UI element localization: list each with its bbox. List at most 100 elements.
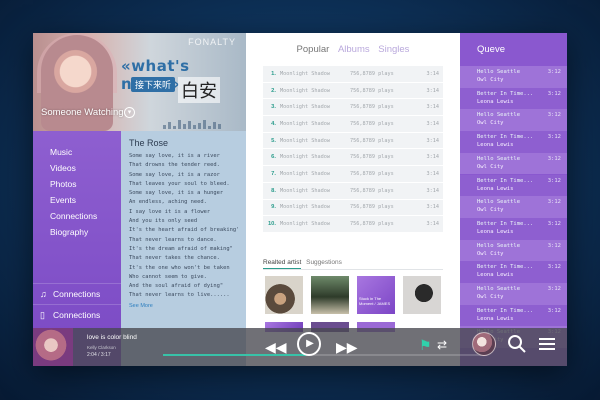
now-playing-artist: Kelly Clarkson xyxy=(87,345,116,350)
queue-artist: Owl City xyxy=(477,163,504,170)
previous-icon[interactable]: ◀◀ xyxy=(265,339,287,356)
track-duration: 3:14 xyxy=(426,104,440,111)
tab-popular[interactable]: Popular xyxy=(297,44,330,55)
divider xyxy=(263,269,443,270)
lyric-line: It's the one who won't be taken xyxy=(129,264,230,271)
track-row[interactable]: 1. Moonlight Shadow 756,8789 plays 3:14 xyxy=(263,66,443,83)
related-artist-tile[interactable]: Stuck in The Moment / JAMES xyxy=(357,276,395,314)
track-number: 1. xyxy=(271,70,276,77)
now-playing-time: 2:04 / 3:17 xyxy=(87,352,111,358)
next-icon[interactable]: ▶▶ xyxy=(336,339,358,356)
track-name: Moonlight Shadow xyxy=(280,104,330,111)
queue-duration: 3:12 xyxy=(547,286,561,292)
track-row[interactable]: 9. Moonlight Shadow 756,8789 plays 3:14 xyxy=(263,199,443,217)
music-player-window: FONALTY «what's next?» 接下来听 白安 Someone W… xyxy=(33,33,567,366)
related-artist-tile[interactable] xyxy=(311,276,349,314)
pin-icon[interactable]: ⚑ xyxy=(419,337,432,354)
queue-item[interactable]: Better In Time... Leona Lewis 3:12 xyxy=(460,217,567,240)
lyric-line: And you its only seed xyxy=(129,218,198,225)
track-list: 1. Moonlight Shadow 756,8789 plays 3:14 2. Mo… xyxy=(263,66,443,233)
track-duration: 3:14 xyxy=(426,87,440,94)
audio-visualizer xyxy=(163,119,233,129)
queue-item[interactable]: Better In Time... Leona Lewis 3:12 xyxy=(460,261,567,283)
track-plays: 756,8789 plays xyxy=(350,154,394,161)
track-duration: 3:14 xyxy=(426,204,440,211)
track-plays: 756,8789 plays xyxy=(350,221,394,228)
queue-item[interactable]: Better In Time... Leona Lewis 3:12 xyxy=(460,304,567,327)
queue-duration: 3:12 xyxy=(547,90,561,97)
queue-artist: Owl City xyxy=(477,294,504,300)
track-plays: 756,8789 plays xyxy=(350,120,394,127)
lyric-line: It's the dream afraid of making" xyxy=(129,245,233,252)
lyric-line: Some say love, it is a razor xyxy=(129,171,220,178)
connections-button-1[interactable]: ♫ Connections xyxy=(33,283,121,303)
track-row[interactable]: 2. Moonlight Shadow 756,8789 plays 3:14 xyxy=(263,82,443,100)
tile-caption: Stuck in The Moment / JAMES xyxy=(359,296,391,306)
lyric-line: That leaves your soul to bleed. xyxy=(129,180,230,187)
tab-suggestions[interactable]: Suggestions xyxy=(306,259,342,266)
nav-item-music[interactable]: Music xyxy=(33,144,121,160)
queue-item[interactable]: Hello SeattleOwl City3:12 xyxy=(460,239,567,262)
nav-item-photos[interactable]: Photos xyxy=(33,176,121,192)
track-plays: 756,8789 plays xyxy=(350,87,394,94)
queue-panel: Queve Hello Seattle Owl City 3:12 Better In… xyxy=(460,33,567,366)
queue-item[interactable]: Hello SeattleOwl City3:12 xyxy=(460,196,567,218)
queue-item[interactable]: Better In Time... Leona Lewis 3:12 xyxy=(460,87,567,110)
track-plays: 756,8789 plays xyxy=(350,170,394,177)
someone-watching-label[interactable]: Someone Watching xyxy=(41,107,124,118)
track-row[interactable]: 3. Moonlight Shadow 756,8789 plays 3:14 xyxy=(263,99,443,117)
lyric-line: It's the heart afraid of breaking" xyxy=(129,227,238,234)
lyric-line: That never learns to dance. xyxy=(129,236,217,243)
tab-related-artist[interactable]: Realted artist xyxy=(263,259,302,269)
track-row[interactable]: 8. Moonlight Shadow 756,8789 plays 3:14 xyxy=(263,182,443,200)
queue-item[interactable]: Hello SeattleOwl City3:12 xyxy=(460,152,567,175)
track-row[interactable]: 10. Moonlight Shadow 756,8789 plays 3:14 xyxy=(263,216,443,233)
track-number: 7. xyxy=(271,170,276,177)
document-icon: ▯ xyxy=(40,310,45,320)
lyrics-title: The Rose xyxy=(129,138,169,148)
see-more-link[interactable]: See More xyxy=(129,303,238,309)
track-duration: 3:14 xyxy=(426,154,440,161)
nav-item-videos[interactable]: Videos xyxy=(33,160,121,176)
avatar[interactable] xyxy=(472,332,496,356)
track-row[interactable]: 6. Moonlight Shadow 756,8789 plays 3:14 xyxy=(263,149,443,167)
lyric-line: And the soul afraid of dying" xyxy=(129,283,224,290)
menu-icon[interactable] xyxy=(539,335,555,353)
banner-artist-name: 白安 xyxy=(178,77,220,103)
queue-title: Queve xyxy=(477,44,505,55)
queue-duration: 3:12 xyxy=(547,199,561,206)
connections-button-2[interactable]: ▯ Connections xyxy=(33,304,121,324)
nav-item-biography[interactable]: Biography xyxy=(33,224,121,240)
now-playing-cover[interactable] xyxy=(33,328,73,366)
lyric-line: That never takes the chance. xyxy=(129,255,220,262)
nav-item-events[interactable]: Events xyxy=(33,192,121,208)
tab-albums[interactable]: Albums xyxy=(338,44,370,55)
play-icon[interactable]: ▶ xyxy=(297,332,321,356)
track-number: 6. xyxy=(271,154,276,161)
track-name: Moonlight Shadow xyxy=(280,87,330,94)
featured-banner[interactable]: FONALTY «what's next?» 接下来听 白安 Someone W… xyxy=(33,33,246,131)
related-artist-tile[interactable] xyxy=(403,276,441,314)
queue-item[interactable]: Hello SeattleOwl City3:12 xyxy=(460,109,567,132)
music-note-icon: ♫ xyxy=(40,289,47,299)
track-duration: 3:14 xyxy=(426,120,440,127)
track-row[interactable]: 4. Moonlight Shadow 756,8789 plays 3:14 xyxy=(263,116,443,133)
tab-singles[interactable]: Singles xyxy=(378,44,409,55)
related-artist-tile[interactable] xyxy=(265,276,303,314)
search-icon[interactable] xyxy=(507,334,527,354)
queue-duration: 3:12 xyxy=(547,242,561,249)
lyric-line: An endless, aching need. xyxy=(129,199,207,206)
queue-item[interactable]: Better In Time... Leona Lewis 3:12 xyxy=(460,131,567,153)
queue-item[interactable]: Hello SeattleOwl City3:12 xyxy=(460,66,567,88)
track-row[interactable]: 7. Moonlight Shadow 756,8789 plays 3:14 xyxy=(263,166,443,183)
lyric-line: Some say love, it is a river xyxy=(129,153,220,159)
nav-item-connections[interactable]: Connections xyxy=(33,208,121,224)
queue-item[interactable]: Hello SeattleOwl City3:12 xyxy=(460,283,567,305)
lyric-line: That drowns the tender reed. xyxy=(129,162,220,169)
queue-item[interactable]: Better In Time... Leona Lewis 3:12 xyxy=(460,174,567,197)
queue-artist: Owl City xyxy=(477,207,504,214)
chevron-down-icon[interactable]: ▾ xyxy=(124,107,135,118)
track-row[interactable]: 5. Moonlight Shadow 756,8789 plays 3:14 xyxy=(263,132,443,150)
now-playing-title: love is color blind xyxy=(87,334,137,341)
shuffle-icon[interactable]: ⇄ xyxy=(437,338,447,352)
